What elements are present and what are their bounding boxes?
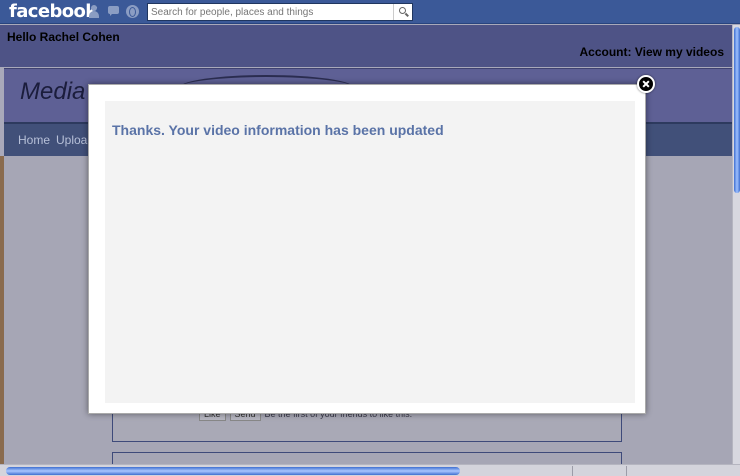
search-box — [147, 3, 413, 21]
vertical-scrollbar[interactable] — [732, 25, 740, 466]
notifications-globe-icon[interactable] — [126, 5, 139, 18]
search-button[interactable] — [393, 4, 412, 20]
horizontal-scrollbar[interactable] — [0, 464, 740, 476]
search-input[interactable] — [148, 4, 392, 20]
vertical-scroll-thumb[interactable] — [734, 27, 740, 193]
scrollbar-divider — [572, 466, 573, 476]
facebook-logo[interactable]: facebook — [9, 1, 97, 22]
app-header: Hello Rachel Cohen Account: View my vide… — [0, 25, 732, 67]
nav-home[interactable]: Home — [18, 133, 50, 147]
nav-upload[interactable]: Uploa — [56, 133, 87, 147]
confirmation-message: Thanks. Your video information has been … — [112, 122, 444, 138]
notification-jewels — [88, 5, 139, 18]
messages-icon[interactable] — [107, 5, 120, 18]
user-greeting: Hello Rachel Cohen — [7, 30, 120, 44]
update-confirmation-dialog: Thanks. Your video information has been … — [88, 84, 646, 414]
app-title: Media — [20, 78, 86, 105]
close-icon[interactable] — [637, 75, 655, 93]
scrollbar-divider — [626, 466, 627, 476]
friends-icon[interactable] — [88, 5, 101, 18]
facebook-top-bar: facebook — [0, 0, 740, 24]
dialog-content: Thanks. Your video information has been … — [105, 101, 635, 403]
search-icon — [399, 7, 406, 14]
account-link[interactable]: Account: View my videos — [580, 45, 725, 59]
horizontal-scroll-thumb[interactable] — [6, 467, 460, 475]
